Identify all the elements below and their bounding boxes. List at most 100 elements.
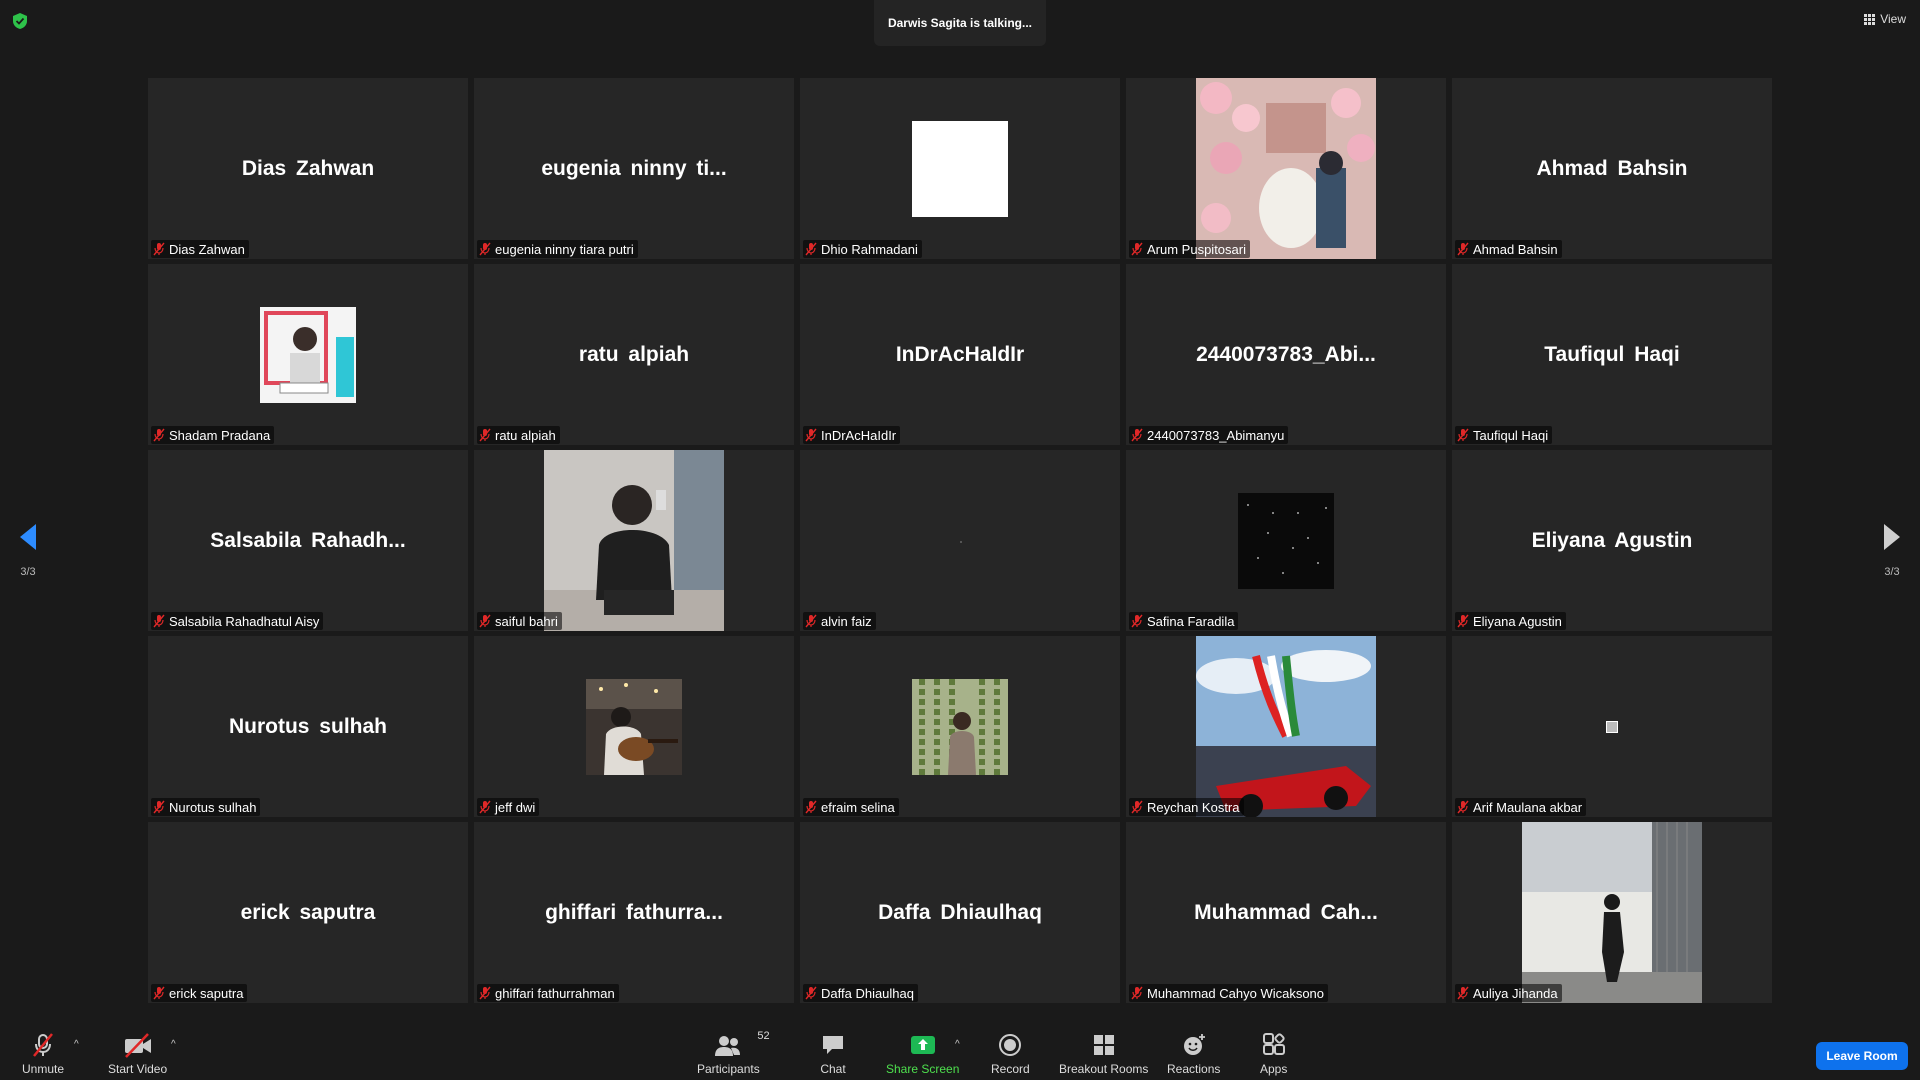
participant-name: Arum Puspitosari bbox=[1147, 241, 1246, 257]
participant-name: jeff dwi bbox=[495, 799, 536, 815]
participant-name: Safina Faradila bbox=[1147, 613, 1235, 629]
participant-display-name: erick saputra bbox=[240, 900, 376, 924]
microphone-muted-icon bbox=[1457, 986, 1469, 1000]
participant-name-label: Safina Faradila bbox=[1129, 612, 1239, 630]
participant-name-label: Salsabila Rahadhatul Aisy bbox=[151, 612, 324, 630]
microphone-muted-icon bbox=[479, 428, 491, 442]
share-screen-button[interactable]: Share Screen bbox=[886, 1032, 959, 1076]
participant-tile[interactable]: Salsabila Rahadh... Salsabila Rahadhatul … bbox=[148, 450, 468, 631]
microphone-muted-icon bbox=[1457, 428, 1469, 442]
microphone-muted-icon bbox=[153, 428, 165, 442]
participant-tile[interactable]: Ahmad Bahsin Ahmad Bahsin bbox=[1452, 78, 1772, 259]
participant-display-name: Eliyana Agustin bbox=[1531, 528, 1693, 552]
participant-display-name: ratu alpiah bbox=[578, 342, 690, 366]
arrow-left-icon[interactable] bbox=[18, 523, 38, 551]
participants-button[interactable]: 52 Participants bbox=[697, 1030, 770, 1076]
page-indicator-right: 3/3 bbox=[1884, 566, 1900, 578]
record-button[interactable]: Record bbox=[991, 1032, 1030, 1076]
participant-name-label: Shadam Pradana bbox=[151, 426, 275, 444]
participant-tile[interactable]: Dias Zahwan Dias Zahwan bbox=[148, 78, 468, 259]
start-video-label: Start Video bbox=[108, 1062, 168, 1076]
leave-room-button[interactable]: Leave Room bbox=[1816, 1042, 1908, 1070]
audio-options-caret-icon[interactable]: ^ bbox=[74, 1039, 79, 1050]
participant-video bbox=[1522, 822, 1702, 1003]
breakout-rooms-label: Breakout Rooms bbox=[1059, 1062, 1149, 1076]
next-page-nav[interactable]: 3/3 bbox=[1872, 523, 1912, 578]
record-label: Record bbox=[991, 1062, 1030, 1076]
unmute-label: Unmute bbox=[22, 1062, 65, 1076]
previous-page-nav[interactable]: 3/3 bbox=[8, 523, 48, 578]
participant-tile[interactable]: Arum Puspitosari bbox=[1126, 78, 1446, 259]
participant-tile[interactable]: Nurotus sulhah Nurotus sulhah bbox=[148, 636, 468, 817]
participant-tile[interactable]: erick saputra erick saputra bbox=[148, 822, 468, 1003]
participant-name-label: Reychan Kostra bbox=[1129, 798, 1244, 816]
participant-tile[interactable]: efraim selina bbox=[800, 636, 1120, 817]
participant-avatar bbox=[1606, 720, 1618, 733]
participant-tile[interactable]: Eliyana Agustin Eliyana Agustin bbox=[1452, 450, 1772, 631]
breakout-rooms-icon bbox=[1093, 1035, 1114, 1055]
active-speaker-banner: Darwis Sagita is talking... bbox=[874, 0, 1046, 46]
page-indicator-left: 3/3 bbox=[20, 566, 36, 578]
start-video-button[interactable]: Start Video bbox=[108, 1032, 167, 1076]
view-button[interactable]: View bbox=[1864, 12, 1906, 26]
participant-display-name: 2440073783_Abi... bbox=[1196, 342, 1376, 366]
participant-tile[interactable]: ratu alpiah ratu alpiah bbox=[474, 264, 794, 445]
participant-name-label: Daffa Dhiaulhaq bbox=[803, 984, 918, 1002]
participant-avatar bbox=[586, 678, 682, 775]
unmute-button[interactable]: Unmute bbox=[22, 1032, 64, 1076]
participant-name: InDrAcHaIdIr bbox=[821, 427, 897, 443]
participant-name-label: Dias Zahwan bbox=[151, 240, 249, 258]
microphone-muted-icon bbox=[479, 242, 491, 256]
participant-tile[interactable]: jeff dwi bbox=[474, 636, 794, 817]
microphone-muted-icon bbox=[1131, 428, 1143, 442]
participant-tile[interactable]: Taufiqul Haqi Taufiqul Haqi bbox=[1452, 264, 1772, 445]
participant-tile[interactable]: Muhammad Cah... Muhammad Cahyo Wicaksono bbox=[1126, 822, 1446, 1003]
participant-name: ratu alpiah bbox=[495, 427, 556, 443]
participant-tile[interactable]: Arif Maulana akbar bbox=[1452, 636, 1772, 817]
video-options-caret-icon[interactable]: ^ bbox=[171, 1039, 176, 1050]
participant-name-label: ratu alpiah bbox=[477, 426, 560, 444]
participant-name: Ahmad Bahsin bbox=[1473, 241, 1558, 257]
participant-name-label: Arif Maulana akbar bbox=[1455, 798, 1587, 816]
microphone-muted-icon bbox=[1131, 986, 1143, 1000]
participant-name: Arif Maulana akbar bbox=[1473, 799, 1583, 815]
video-camera-off-icon bbox=[124, 1033, 151, 1058]
participant-name: 2440073783_Abimanyu bbox=[1147, 427, 1285, 443]
breakout-rooms-button[interactable]: Breakout Rooms bbox=[1059, 1032, 1148, 1076]
chat-button[interactable]: Chat bbox=[820, 1032, 846, 1076]
participant-tile[interactable]: saiful bahri bbox=[474, 450, 794, 631]
microphone-muted-icon bbox=[805, 986, 817, 1000]
participant-tile[interactable]: 2440073783_Abi... 2440073783_Abimanyu bbox=[1126, 264, 1446, 445]
participant-tile[interactable]: Reychan Kostra bbox=[1126, 636, 1446, 817]
meeting-toolbar: Unmute ^ Start Video ^ 52 Participants C… bbox=[0, 1030, 1920, 1080]
microphone-muted-icon bbox=[479, 986, 491, 1000]
microphone-muted-icon bbox=[1131, 800, 1143, 814]
microphone-muted-icon bbox=[1131, 614, 1143, 628]
participant-tile[interactable]: Shadam Pradana bbox=[148, 264, 468, 445]
participant-name: saiful bahri bbox=[495, 613, 558, 629]
participant-tile[interactable]: ghiffari fathurra... ghiffari fathurrahma… bbox=[474, 822, 794, 1003]
microphone-muted-icon bbox=[33, 1033, 53, 1057]
participant-tile[interactable]: eugenia ninny ti... eugenia ninny tiara p… bbox=[474, 78, 794, 259]
participant-tile[interactable]: alvin faiz bbox=[800, 450, 1120, 631]
participant-name: Shadam Pradana bbox=[169, 427, 271, 443]
share-options-caret-icon[interactable]: ^ bbox=[955, 1039, 960, 1050]
participant-tile[interactable]: Dhio Rahmadani bbox=[800, 78, 1120, 259]
participant-tile[interactable]: Auliya Jihanda bbox=[1452, 822, 1772, 1003]
chat-label: Chat bbox=[820, 1062, 846, 1076]
microphone-muted-icon bbox=[1131, 242, 1143, 256]
participant-avatar bbox=[912, 120, 1008, 217]
reactions-button[interactable]: Reactions bbox=[1167, 1032, 1220, 1076]
arrow-right-icon[interactable] bbox=[1882, 523, 1902, 551]
participant-name: Salsabila Rahadhatul Aisy bbox=[169, 613, 320, 629]
participant-tile[interactable]: Safina Faradila bbox=[1126, 450, 1446, 631]
share-screen-label: Share Screen bbox=[886, 1062, 960, 1076]
security-shield-icon[interactable] bbox=[12, 12, 28, 30]
view-label: View bbox=[1880, 12, 1906, 26]
apps-button[interactable]: Apps bbox=[1260, 1032, 1287, 1076]
participant-name-label: Nurotus sulhah bbox=[151, 798, 261, 816]
participant-avatar bbox=[912, 678, 1008, 775]
participant-tile[interactable]: Daffa Dhiaulhaq Daffa Dhiaulhaq bbox=[800, 822, 1120, 1003]
participant-tile[interactable]: InDrAcHaIdIr InDrAcHaIdIr bbox=[800, 264, 1120, 445]
participant-name: Nurotus sulhah bbox=[169, 799, 257, 815]
